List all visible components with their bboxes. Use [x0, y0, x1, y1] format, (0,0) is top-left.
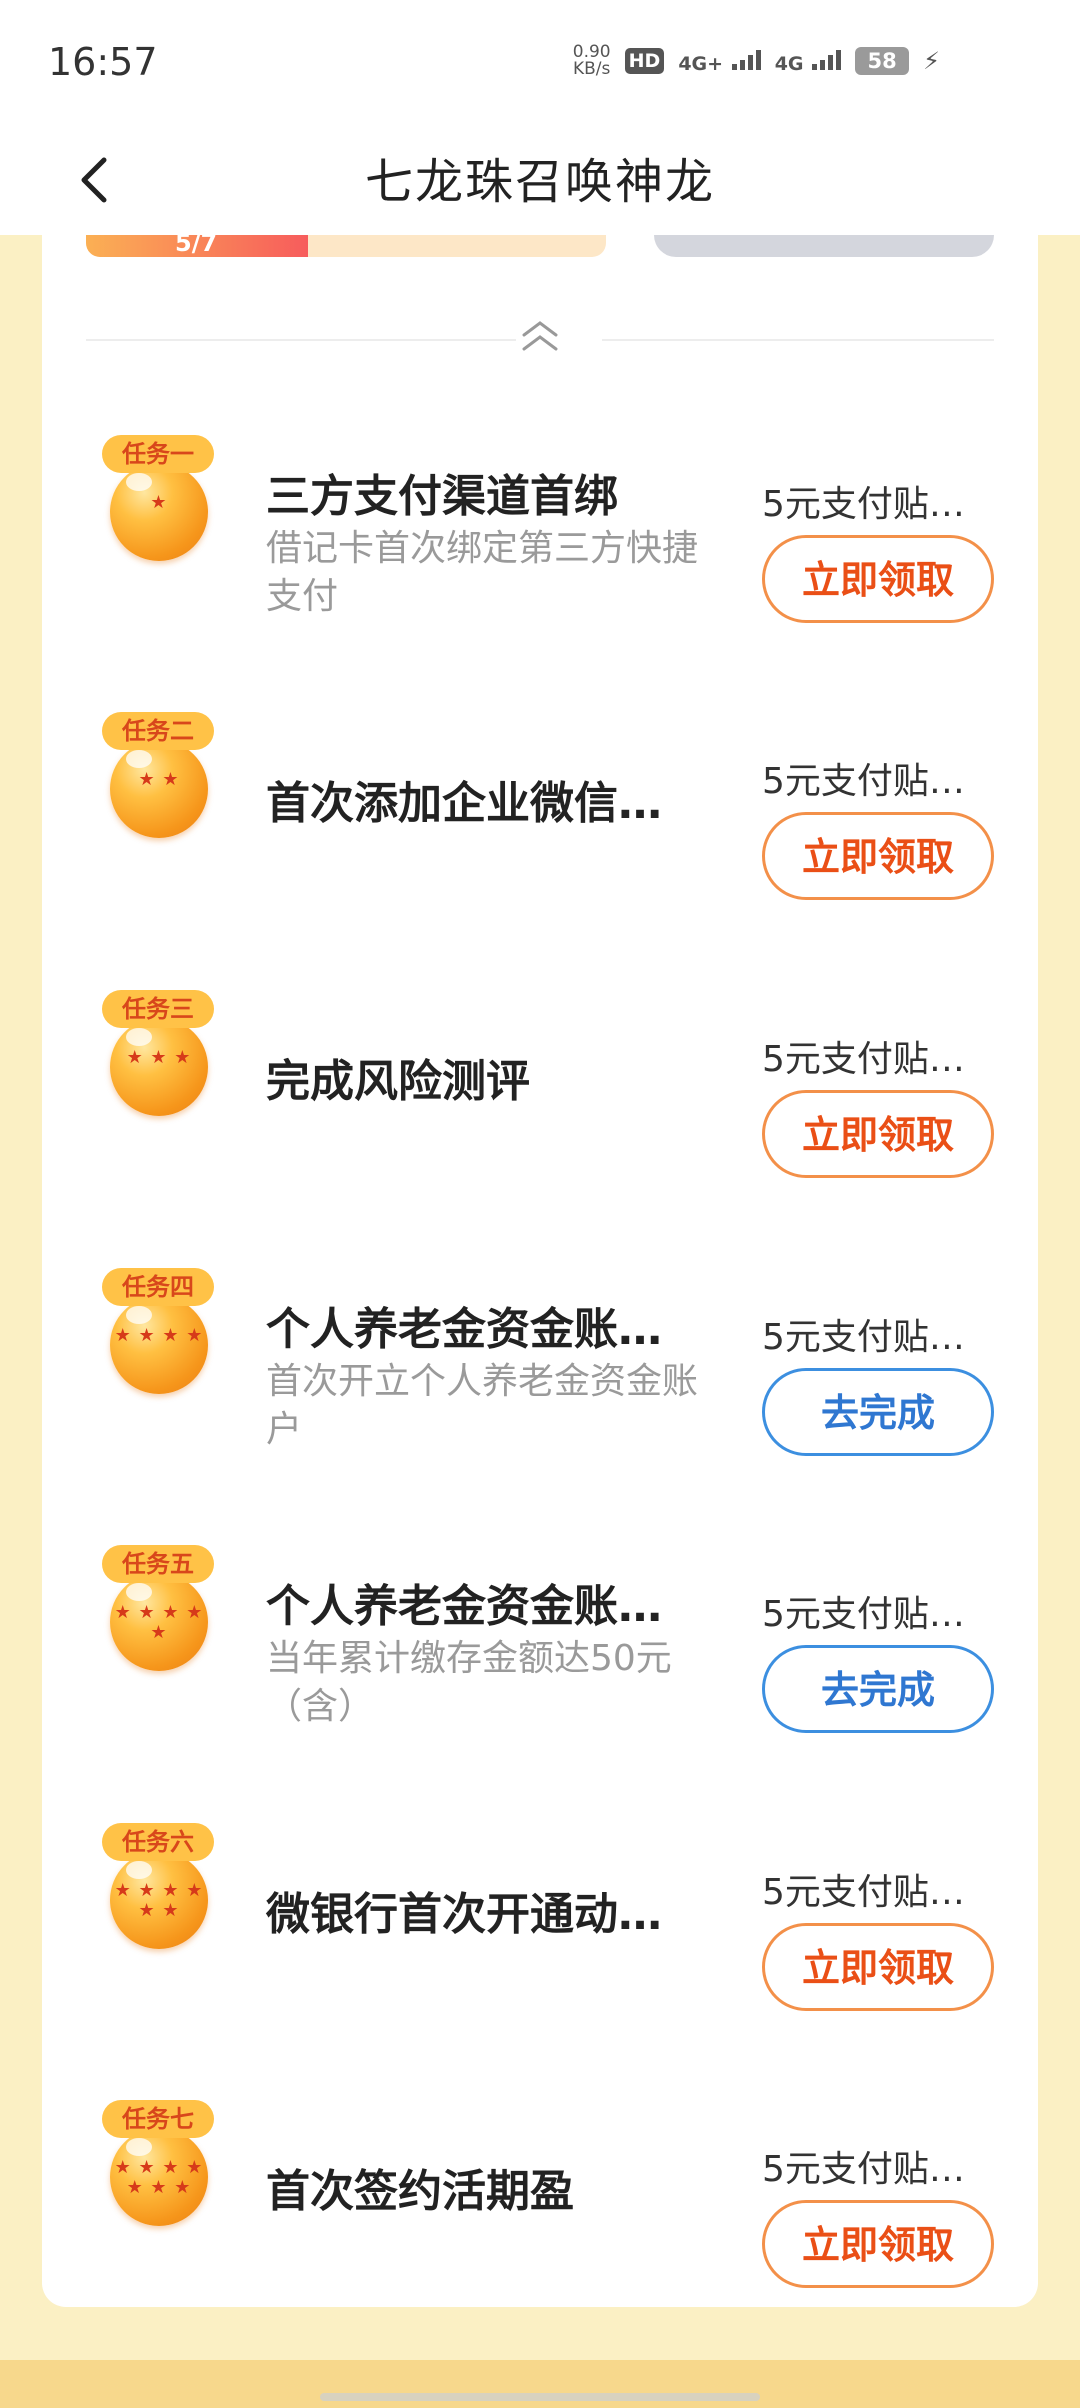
- task-name: 个人养老金资金账…: [266, 1304, 662, 1355]
- task-badge-label: 任务一: [102, 435, 214, 473]
- ball-stars: ★ ★ ★ ★: [114, 1325, 204, 1346]
- task-row: 任务一 ★ 三方支付渠道首绑 借记卡首次绑定第三方快捷支付 5元支付贴… 立即领…: [42, 435, 1038, 675]
- dragon-ball-icon: ★ ★ ★ ★ ★ ★ ★: [110, 2128, 208, 2226]
- task-card: 5/7 任务一 ★ 三方支付渠道首绑 借记卡首次绑定第三方快捷支付 5元支付贴……: [42, 235, 1038, 2307]
- dragon-ball-badge: 任务四 ★ ★ ★ ★: [102, 1268, 222, 1418]
- dragon-ball-badge: 任务三 ★ ★ ★: [102, 990, 222, 1140]
- collapse-chevron-icon[interactable]: [518, 317, 562, 357]
- task-name: 微银行首次开通动…: [266, 1889, 662, 1940]
- task-reward: 5元支付贴…: [762, 1594, 965, 1635]
- task-name: 首次添加企业微信…: [266, 778, 662, 829]
- task-reward: 5元支付贴…: [762, 1039, 965, 1080]
- task-description: 借记卡首次绑定第三方快捷支付: [266, 528, 699, 617]
- page-title: 七龙珠召唤神龙: [364, 154, 715, 210]
- network-speed: 0.90 KB/s: [573, 44, 611, 78]
- task-badge-label: 任务七: [102, 2100, 214, 2138]
- claim-button[interactable]: 立即领取: [762, 1923, 994, 2011]
- task-row: 任务七 ★ ★ ★ ★ ★ ★ ★ 首次签约活期盈 5元支付贴… 立即领取: [42, 2100, 1038, 2340]
- dragon-ball-badge: 任务二 ★ ★: [102, 712, 222, 862]
- nav-bar: 七龙珠召唤神龙: [0, 130, 1080, 235]
- task-row: 任务五 ★ ★ ★ ★ ★ 个人养老金资金账… 当年累计缴存金额达50元（含） …: [42, 1545, 1038, 1785]
- task-name: 首次签约活期盈: [266, 2166, 574, 2217]
- task-badge-label: 任务二: [102, 712, 214, 750]
- claim-button[interactable]: 立即领取: [762, 535, 994, 623]
- task-description: 首次开立个人养老金资金账户: [266, 1361, 699, 1450]
- divider-right: [602, 339, 994, 341]
- ball-stars: ★ ★ ★ ★ ★ ★ ★: [114, 2157, 204, 2198]
- progress-text: 5/7: [175, 235, 218, 257]
- progress-bar: 5/7: [86, 235, 606, 257]
- dragon-ball-icon: ★ ★ ★ ★ ★ ★: [110, 1851, 208, 1949]
- task-row: 任务三 ★ ★ ★ 完成风险测评 5元支付贴… 立即领取: [42, 990, 1038, 1230]
- summon-button[interactable]: [654, 235, 994, 257]
- task-reward: 5元支付贴…: [762, 484, 965, 525]
- task-reward: 5元支付贴…: [762, 1872, 965, 1913]
- task-description: 当年累计缴存金额达50元（含）: [266, 1638, 672, 1727]
- battery-icon: 58: [855, 47, 910, 75]
- dragon-ball-badge: 任务七 ★ ★ ★ ★ ★ ★ ★: [102, 2100, 222, 2250]
- signal-4g-icon: 4G: [774, 48, 842, 75]
- ball-stars: ★: [150, 492, 168, 513]
- signal-4g-plus-icon: 4G+: [678, 48, 761, 75]
- dragon-ball-badge: 任务六 ★ ★ ★ ★ ★ ★: [102, 1823, 222, 1973]
- status-bar: 16:57 0.90 KB/s HD 4G+ 4G 58 ⚡: [0, 0, 1080, 130]
- task-reward: 5元支付贴…: [762, 2149, 965, 2190]
- dragon-ball-icon: ★ ★ ★ ★: [110, 1296, 208, 1394]
- dragon-ball-icon: ★ ★ ★ ★ ★: [110, 1573, 208, 1671]
- claim-button[interactable]: 立即领取: [762, 2200, 994, 2288]
- dragon-ball-icon: ★ ★ ★: [110, 1018, 208, 1116]
- dragon-ball-badge: 任务一 ★: [102, 435, 222, 585]
- task-badge-label: 任务五: [102, 1545, 214, 1583]
- sim1-label: 4G+: [678, 52, 724, 75]
- task-reward: 5元支付贴…: [762, 1317, 965, 1358]
- ball-stars: ★ ★: [138, 769, 180, 790]
- ball-stars: ★ ★ ★ ★ ★ ★: [114, 1880, 204, 1921]
- status-time: 16:57: [48, 40, 158, 84]
- go-complete-button[interactable]: 去完成: [762, 1368, 994, 1456]
- task-row: 任务四 ★ ★ ★ ★ 个人养老金资金账… 首次开立个人养老金资金账户 5元支付…: [42, 1268, 1038, 1508]
- task-badge-label: 任务六: [102, 1823, 214, 1861]
- ball-stars: ★ ★ ★ ★ ★: [114, 1602, 204, 1643]
- charging-icon: ⚡: [923, 47, 940, 75]
- home-indicator[interactable]: [320, 2393, 760, 2401]
- task-name: 完成风险测评: [266, 1056, 530, 1107]
- status-icons: 0.90 KB/s HD 4G+ 4G 58 ⚡: [573, 44, 940, 78]
- task-badge-label: 任务四: [102, 1268, 214, 1306]
- claim-button[interactable]: 立即领取: [762, 812, 994, 900]
- go-complete-button[interactable]: 去完成: [762, 1645, 994, 1733]
- dragon-ball-icon: ★ ★: [110, 740, 208, 838]
- sim2-label: 4G: [774, 52, 804, 75]
- task-row: 任务二 ★ ★ 首次添加企业微信… 5元支付贴… 立即领取: [42, 712, 1038, 952]
- task-name: 三方支付渠道首绑: [266, 471, 618, 522]
- hd-icon: HD: [624, 48, 665, 74]
- dragon-ball-badge: 任务五 ★ ★ ★ ★ ★: [102, 1545, 222, 1695]
- dragon-ball-icon: ★: [110, 463, 208, 561]
- task-reward: 5元支付贴…: [762, 761, 965, 802]
- claim-button[interactable]: 立即领取: [762, 1090, 994, 1178]
- task-row: 任务六 ★ ★ ★ ★ ★ ★ 微银行首次开通动… 5元支付贴… 立即领取: [42, 1823, 1038, 2063]
- divider-left: [86, 339, 516, 341]
- task-name: 个人养老金资金账…: [266, 1581, 662, 1632]
- ball-stars: ★ ★ ★: [126, 1047, 192, 1068]
- speed-unit: KB/s: [572, 59, 611, 79]
- task-badge-label: 任务三: [102, 990, 214, 1028]
